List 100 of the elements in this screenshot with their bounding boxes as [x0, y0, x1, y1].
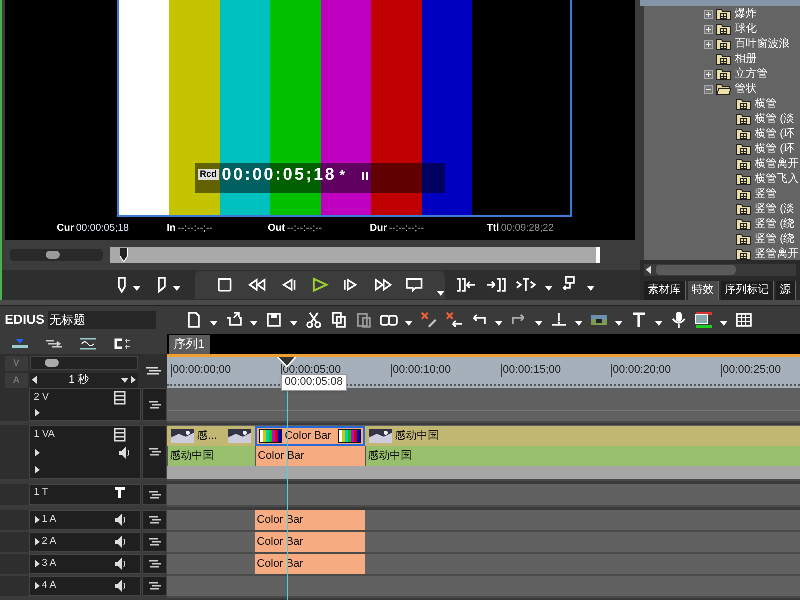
speaker-icon[interactable] [114, 579, 126, 593]
document-icon[interactable] [185, 311, 203, 329]
track-header[interactable]: 1 A [29, 510, 141, 530]
expand-icon[interactable] [34, 466, 40, 474]
tree-item[interactable]: 竖管 (绕 [644, 232, 800, 247]
tree-item[interactable]: 横管 [644, 96, 800, 112]
tree-item[interactable]: 竖管 (绕 [644, 216, 800, 232]
panel-tab[interactable]: 序列标记 [721, 281, 774, 300]
track-header[interactable]: 2 V [29, 388, 141, 421]
speaker-icon[interactable] [114, 513, 126, 527]
caret-icon[interactable] [615, 321, 623, 326]
audio-clip[interactable]: Color Bar [255, 446, 365, 466]
caret-icon[interactable] [290, 321, 298, 326]
position-marker-icon[interactable] [120, 248, 128, 262]
track-header[interactable]: 1 VA [29, 425, 141, 479]
track-header[interactable]: 1 T [29, 484, 141, 505]
sync-toggle[interactable] [142, 484, 167, 505]
tree-item[interactable]: 横管 (环 [644, 126, 800, 142]
play-icon[interactable] [310, 276, 330, 294]
caret-icon[interactable] [250, 321, 258, 326]
copy-icon[interactable] [330, 311, 348, 329]
tree-item[interactable]: 立方管 [644, 66, 800, 82]
paste-icon[interactable] [355, 311, 373, 329]
tree-item[interactable]: 横管飞入 [644, 172, 800, 187]
insert-mode-icon[interactable] [10, 338, 30, 350]
tree-item[interactable]: 爆炸 [644, 6, 800, 22]
track-header[interactable]: 2 A [29, 532, 141, 552]
caret-icon[interactable] [405, 321, 413, 326]
save-icon[interactable] [265, 311, 283, 329]
scroll-thumb[interactable] [656, 265, 736, 276]
tree-item[interactable]: 管状 [644, 82, 800, 97]
speaker-icon[interactable] [118, 446, 130, 460]
sync-toggle[interactable] [142, 510, 167, 530]
arrows-icon[interactable] [44, 338, 64, 350]
audio-clip[interactable]: 感动中国 [167, 446, 255, 466]
caret-icon[interactable] [545, 286, 553, 291]
audio-clip[interactable]: 感动中国 [365, 446, 800, 466]
caret-icon[interactable] [437, 291, 446, 296]
grid-icon[interactable] [735, 311, 753, 329]
scissors-icon[interactable] [305, 311, 323, 329]
sync-lock-icon[interactable] [112, 338, 132, 350]
tree-item[interactable]: 横管 (环 [644, 142, 800, 157]
project-name-field[interactable]: 无标题 [48, 311, 156, 329]
film-icon[interactable] [114, 391, 126, 405]
zoom-dropdown[interactable]: 1 秒 [30, 372, 138, 388]
caret-icon[interactable] [587, 286, 595, 291]
expand-icon[interactable] [34, 449, 40, 457]
rewind-icon[interactable] [246, 276, 266, 294]
sync-icon[interactable] [144, 366, 164, 376]
caret-icon[interactable] [575, 321, 583, 326]
sync-toggle[interactable] [142, 576, 167, 596]
open-icon[interactable] [225, 311, 243, 329]
caret-icon[interactable] [210, 321, 218, 326]
film-icon[interactable] [114, 428, 126, 442]
ripple-icon[interactable] [78, 338, 98, 350]
caret-icon[interactable] [495, 321, 503, 326]
bracket-arrow-icon[interactable] [455, 276, 477, 294]
expand-icon[interactable] [34, 409, 40, 417]
slider-thumb[interactable] [46, 251, 60, 259]
expand-icon[interactable] [34, 538, 40, 546]
expand-icon[interactable] [34, 582, 40, 590]
sync-toggle[interactable] [142, 388, 167, 421]
caret-icon[interactable] [655, 321, 663, 326]
bracket-arrow-icon[interactable] [485, 276, 507, 294]
split-icon[interactable] [515, 276, 537, 294]
title-icon[interactable] [114, 487, 126, 499]
microphone-icon[interactable] [670, 311, 688, 329]
ripple-delete-icon[interactable] [445, 311, 463, 329]
video-clip[interactable]: 感... [167, 426, 255, 446]
sync-toggle[interactable] [142, 554, 167, 574]
caret-icon[interactable] [173, 286, 181, 291]
panel-tab[interactable]: 素材库 [644, 281, 686, 300]
arrow-left-icon[interactable] [32, 376, 37, 384]
expand-icon[interactable] [34, 560, 40, 568]
panel-tab[interactable]: 源 [776, 281, 796, 300]
tree-item[interactable]: 百叶窗波浪 [644, 36, 800, 52]
caret-icon[interactable] [133, 286, 141, 291]
caret-icon[interactable] [121, 378, 129, 382]
marker-icon[interactable] [550, 311, 568, 329]
tree-item[interactable]: 相册 [644, 52, 800, 67]
sync-toggle[interactable] [142, 532, 167, 552]
tree-item[interactable]: 横管离开 [644, 156, 800, 172]
speaker-icon[interactable] [114, 535, 126, 549]
track-header[interactable]: 3 A [29, 554, 141, 574]
tree-item[interactable]: 竖管 (淡 [644, 202, 800, 217]
sync-toggle[interactable] [142, 425, 167, 479]
speaker-icon[interactable] [114, 557, 126, 571]
tree-item[interactable]: 竖管 [644, 186, 800, 202]
sequence-tab[interactable]: 序列1 [169, 335, 210, 354]
tree-item[interactable]: 竖管离开 [644, 246, 800, 260]
caret-icon[interactable] [720, 321, 728, 326]
scroll-left-icon[interactable] [644, 265, 654, 276]
arrow-right-icon[interactable] [131, 376, 136, 384]
render-icon[interactable] [695, 311, 713, 329]
collapse-icon[interactable] [704, 84, 713, 94]
slider-thumb[interactable] [45, 359, 60, 367]
scrollbar[interactable] [644, 264, 796, 276]
track-header[interactable]: 4 A [29, 576, 141, 596]
tree-item[interactable]: 球化 [644, 22, 800, 37]
title-icon[interactable] [630, 311, 648, 329]
